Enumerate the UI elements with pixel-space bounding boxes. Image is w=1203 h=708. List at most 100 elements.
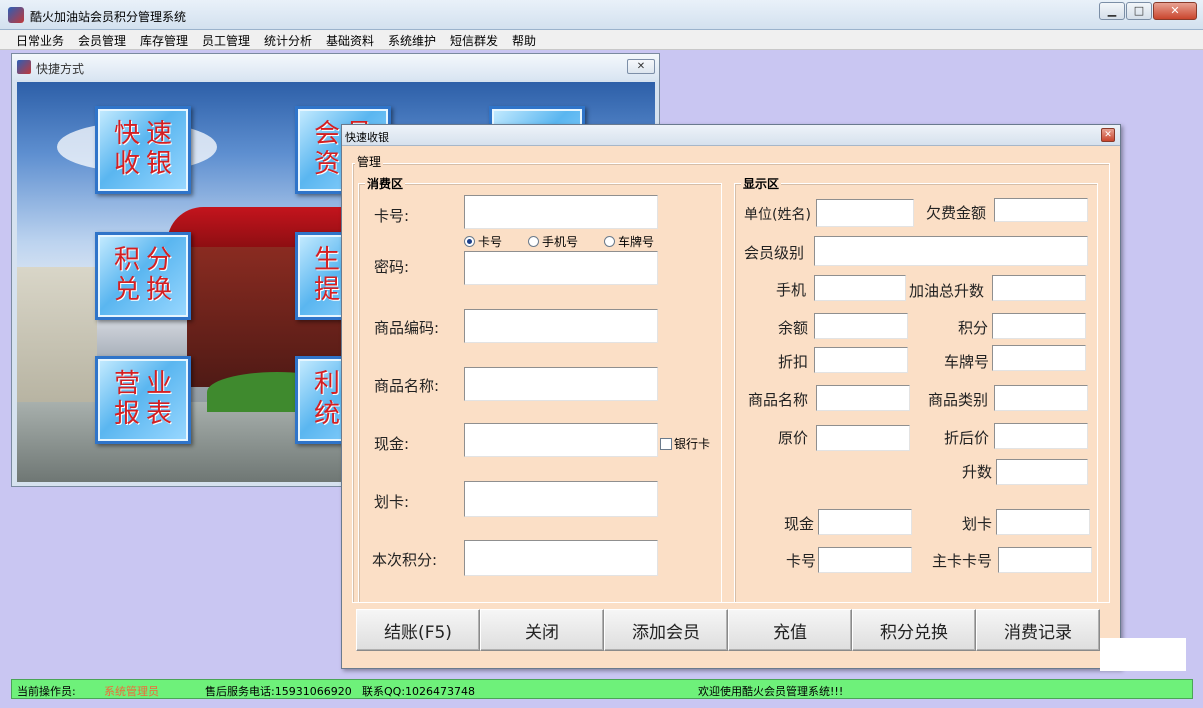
menu-maintenance[interactable]: 系统维护: [388, 32, 436, 49]
tile-business-report[interactable]: 营业报表: [95, 356, 191, 444]
shortcut-titlebar: 快捷方式 ✕: [12, 54, 659, 80]
radio-dot: [528, 236, 539, 247]
balance-field[interactable]: [814, 313, 908, 339]
radio-card-label: 卡号: [478, 235, 503, 249]
points-display-field[interactable]: [992, 313, 1086, 339]
display-product-name-field[interactable]: [816, 385, 910, 411]
tile-quick-checkout[interactable]: 快速收银: [95, 106, 191, 194]
shortcut-window-icon: [17, 60, 31, 74]
add-member-button[interactable]: 添加会员: [604, 609, 728, 651]
password-label: 密码:: [374, 258, 410, 276]
menu-daily[interactable]: 日常业务: [16, 32, 64, 49]
support-phone: 售后服务电话:15931066920: [205, 685, 352, 698]
main-card-no-field[interactable]: [998, 547, 1092, 573]
menu-staff[interactable]: 员工管理: [202, 32, 250, 49]
display-swipe-label: 划卡: [962, 515, 993, 533]
window-controls: ▁ □ ✕: [1098, 2, 1197, 20]
points-display-label: 积分: [958, 319, 989, 337]
radio-dot-selected: [464, 236, 475, 247]
dialog-title: 快速收银: [345, 131, 389, 144]
plate-field[interactable]: [992, 345, 1086, 371]
product-code-input[interactable]: [464, 309, 658, 343]
radio-plate[interactable]: 车牌号: [604, 233, 654, 250]
manage-group-label: 管理: [355, 153, 384, 170]
quick-checkout-dialog: 快速收银 ✕ 管理 消费区 卡号: 卡号 手机号 车牌号 密码: 商品编码: 商…: [341, 124, 1121, 669]
display-swipe-field[interactable]: [996, 509, 1090, 535]
operator-name: 系统管理员: [104, 685, 159, 698]
display-card-no-field[interactable]: [818, 547, 912, 573]
menu-help[interactable]: 帮助: [512, 32, 536, 49]
menu-basic-data[interactable]: 基础资料: [326, 32, 374, 49]
product-type-label: 商品类别: [928, 391, 989, 409]
card-no-input[interactable]: [464, 195, 658, 229]
shortcut-title: 快捷方式: [36, 62, 85, 76]
checkbox-box: [660, 437, 672, 450]
tile-points-exchange[interactable]: 积分兑换: [95, 232, 191, 320]
radio-plate-label: 车牌号: [618, 235, 655, 249]
status-bar: 当前操作员: 系统管理员 售后服务电话:15931066920 联系QQ:102…: [11, 679, 1193, 699]
orig-price-label: 原价: [778, 429, 809, 447]
product-name-label: 商品名称:: [374, 377, 440, 395]
balance-label: 余额: [778, 319, 809, 337]
radio-phone-label: 手机号: [542, 235, 579, 249]
welcome-message: 欢迎使用酷火会员管理系统!!!: [698, 685, 844, 698]
product-code-label: 商品编码:: [374, 319, 440, 337]
operator-label: 当前操作员:: [17, 685, 76, 698]
window-title: 酷火加油站会员积分管理系统: [30, 10, 187, 24]
display-cash-field[interactable]: [818, 509, 912, 535]
menu-sms[interactable]: 短信群发: [450, 32, 498, 49]
display-product-name-label: 商品名称: [748, 391, 809, 409]
swipe-input[interactable]: [464, 481, 658, 517]
unit-name-field[interactable]: [816, 199, 914, 227]
recharge-button[interactable]: 充值: [728, 609, 852, 651]
dialog-button-row: 结账(F5) 关闭 添加会员 充值 积分兑换 消费记录: [356, 609, 1100, 651]
radio-phone[interactable]: 手机号: [528, 233, 578, 250]
product-name-input[interactable]: [464, 367, 658, 401]
menu-bar: 日常业务 会员管理 库存管理 员工管理 统计分析 基础资料 系统维护 短信群发 …: [0, 30, 1203, 50]
orig-price-field[interactable]: [816, 425, 910, 451]
consumption-record-button[interactable]: 消费记录: [976, 609, 1100, 651]
product-type-field[interactable]: [994, 385, 1088, 411]
dialog-close-button[interactable]: ✕: [1101, 128, 1115, 142]
points-exchange-button[interactable]: 积分兑换: [852, 609, 976, 651]
disc-price-field[interactable]: [994, 423, 1088, 449]
points-input[interactable]: [464, 540, 658, 576]
cash-input[interactable]: [464, 423, 658, 457]
checkout-button[interactable]: 结账(F5): [356, 609, 480, 651]
phone-field[interactable]: [814, 275, 906, 301]
close-dialog-button[interactable]: 关闭: [480, 609, 604, 651]
display-area-heading: 显示区: [741, 175, 782, 192]
close-button[interactable]: ✕: [1153, 2, 1197, 20]
liters-field[interactable]: [996, 459, 1088, 485]
swipe-label: 划卡:: [374, 493, 410, 511]
card-no-label: 卡号:: [374, 207, 410, 225]
dialog-titlebar: 快速收银 ✕: [342, 125, 1120, 146]
blank-area: [1100, 638, 1186, 671]
discount-field[interactable]: [814, 347, 908, 373]
cash-label: 现金:: [374, 435, 410, 453]
building-wall: [17, 267, 97, 417]
bank-card-label: 银行卡: [674, 437, 711, 451]
phone-label: 手机: [776, 281, 807, 299]
bank-card-checkbox[interactable]: 银行卡: [660, 435, 710, 452]
password-input[interactable]: [464, 251, 658, 285]
shortcut-close-button[interactable]: ✕: [627, 59, 655, 74]
support-qq: 联系QQ:1026473748: [362, 685, 476, 698]
menu-inventory[interactable]: 库存管理: [140, 32, 188, 49]
arrears-label: 欠费金额: [926, 204, 987, 222]
total-liters-field[interactable]: [992, 275, 1086, 301]
menu-member[interactable]: 会员管理: [78, 32, 126, 49]
member-level-field[interactable]: [814, 236, 1088, 266]
menu-statistics[interactable]: 统计分析: [264, 32, 312, 49]
radio-card[interactable]: 卡号: [464, 233, 502, 250]
maximize-button[interactable]: □: [1126, 2, 1152, 20]
member-level-label: 会员级别: [744, 244, 805, 262]
arrears-field[interactable]: [994, 198, 1088, 222]
minimize-button[interactable]: ▁: [1099, 2, 1125, 20]
total-liters-label: 加油总升数: [909, 282, 985, 300]
window-titlebar: 酷火加油站会员积分管理系统 ▁ □ ✕: [0, 0, 1203, 30]
consume-area-heading: 消费区: [365, 175, 406, 192]
liters-label: 升数: [962, 463, 993, 481]
display-card-no-label: 卡号: [786, 552, 817, 570]
app-icon: [8, 7, 24, 23]
